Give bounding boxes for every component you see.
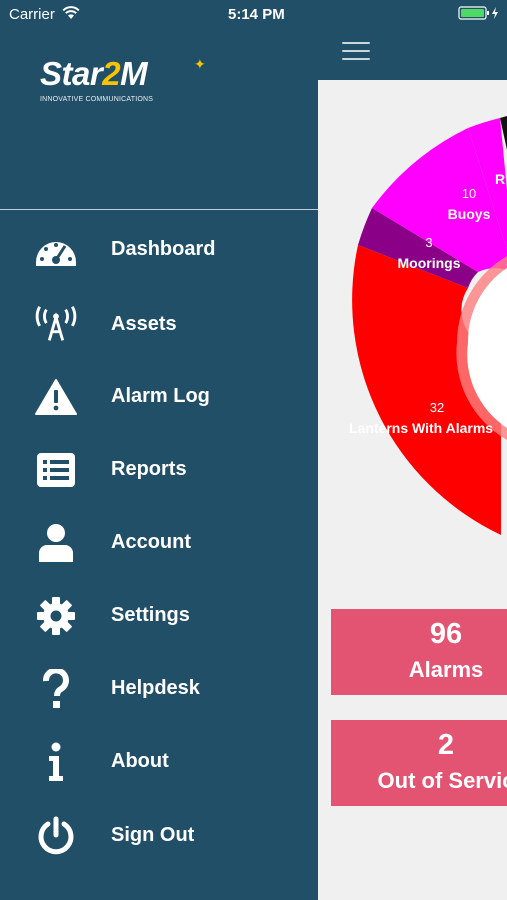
drawer-divider [0,209,318,210]
out-of-service-label: Out of Servic [377,768,507,793]
chart-label-r: R [495,171,505,187]
carrier-label: Carrier [9,6,55,23]
warning-icon [32,377,80,417]
menu-item-helpdesk[interactable]: Helpdesk [0,657,318,717]
menu-item-settings[interactable]: Settings [0,584,318,644]
chart-value-buoys: 10 [462,186,476,201]
menu-label-settings: Settings [111,604,190,626]
alarms-count: 96 [429,618,463,650]
chart-label-buoys: Buoys [448,206,491,222]
star2m-logo: Star2M ✦ INNOVATIVE COMMUNICATIONS [40,55,206,104]
out-of-service-card[interactable]: 2 Out of Servic [331,720,507,806]
dashboard-icon [32,230,80,270]
menu-label-account: Account [111,531,191,553]
menu-label-helpdesk: Helpdesk [111,677,200,699]
menu-item-account[interactable]: Account [0,511,318,571]
status-time: 5:14 PM [228,6,285,23]
gear-icon [32,596,80,636]
chart-value-lanterns: 32 [430,400,444,415]
menu-item-about[interactable]: About [0,730,318,790]
menu-label-about: About [111,750,169,772]
menu-item-sign-out[interactable]: Sign Out [0,804,318,864]
logo-star-icon: ✦ [194,56,206,72]
question-icon [32,669,80,709]
menu-label-reports: Reports [111,458,187,480]
antenna-icon [32,305,80,345]
chart-value-moorings: 3 [425,235,432,250]
menu-label-sign-out: Sign Out [111,824,195,846]
chart-label-moorings: Moorings [398,255,461,271]
logo-tagline: INNOVATIVE COMMUNICATIONS [40,96,154,103]
menu-item-dashboard[interactable]: Dashboard [0,218,318,278]
user-icon [32,523,80,563]
power-icon [32,816,80,856]
menu-label-assets: Assets [111,313,177,335]
list-icon [32,450,80,490]
main-panel: 10 Buoys 3 Moorings 32 Lanterns With Ala… [318,0,507,900]
hamburger-menu-button[interactable] [342,42,370,62]
menu-label-alarm-log: Alarm Log [111,385,210,407]
battery-icon [458,5,502,26]
alarms-card[interactable]: 96 Alarms [331,609,507,695]
menu-item-alarm-log[interactable]: Alarm Log [0,365,318,425]
side-drawer: Carrier 5:14 PM Star2M ✦ INNOVATIVE COMM… [0,0,498,900]
status-bar: Carrier 5:14 PM [0,0,318,28]
menu-item-reports[interactable]: Reports [0,438,318,498]
alarms-label: Alarms [408,657,484,682]
info-icon [32,742,80,782]
assets-donut-chart: 10 Buoys 3 Moorings 32 Lanterns With Ala… [318,80,507,550]
chart-label-lanterns: Lanterns With Alarms [349,420,493,436]
menu-label-dashboard: Dashboard [111,238,216,260]
menu-item-assets[interactable]: Assets [0,293,318,353]
out-of-service-count: 2 [437,729,455,761]
wifi-icon [62,6,80,24]
